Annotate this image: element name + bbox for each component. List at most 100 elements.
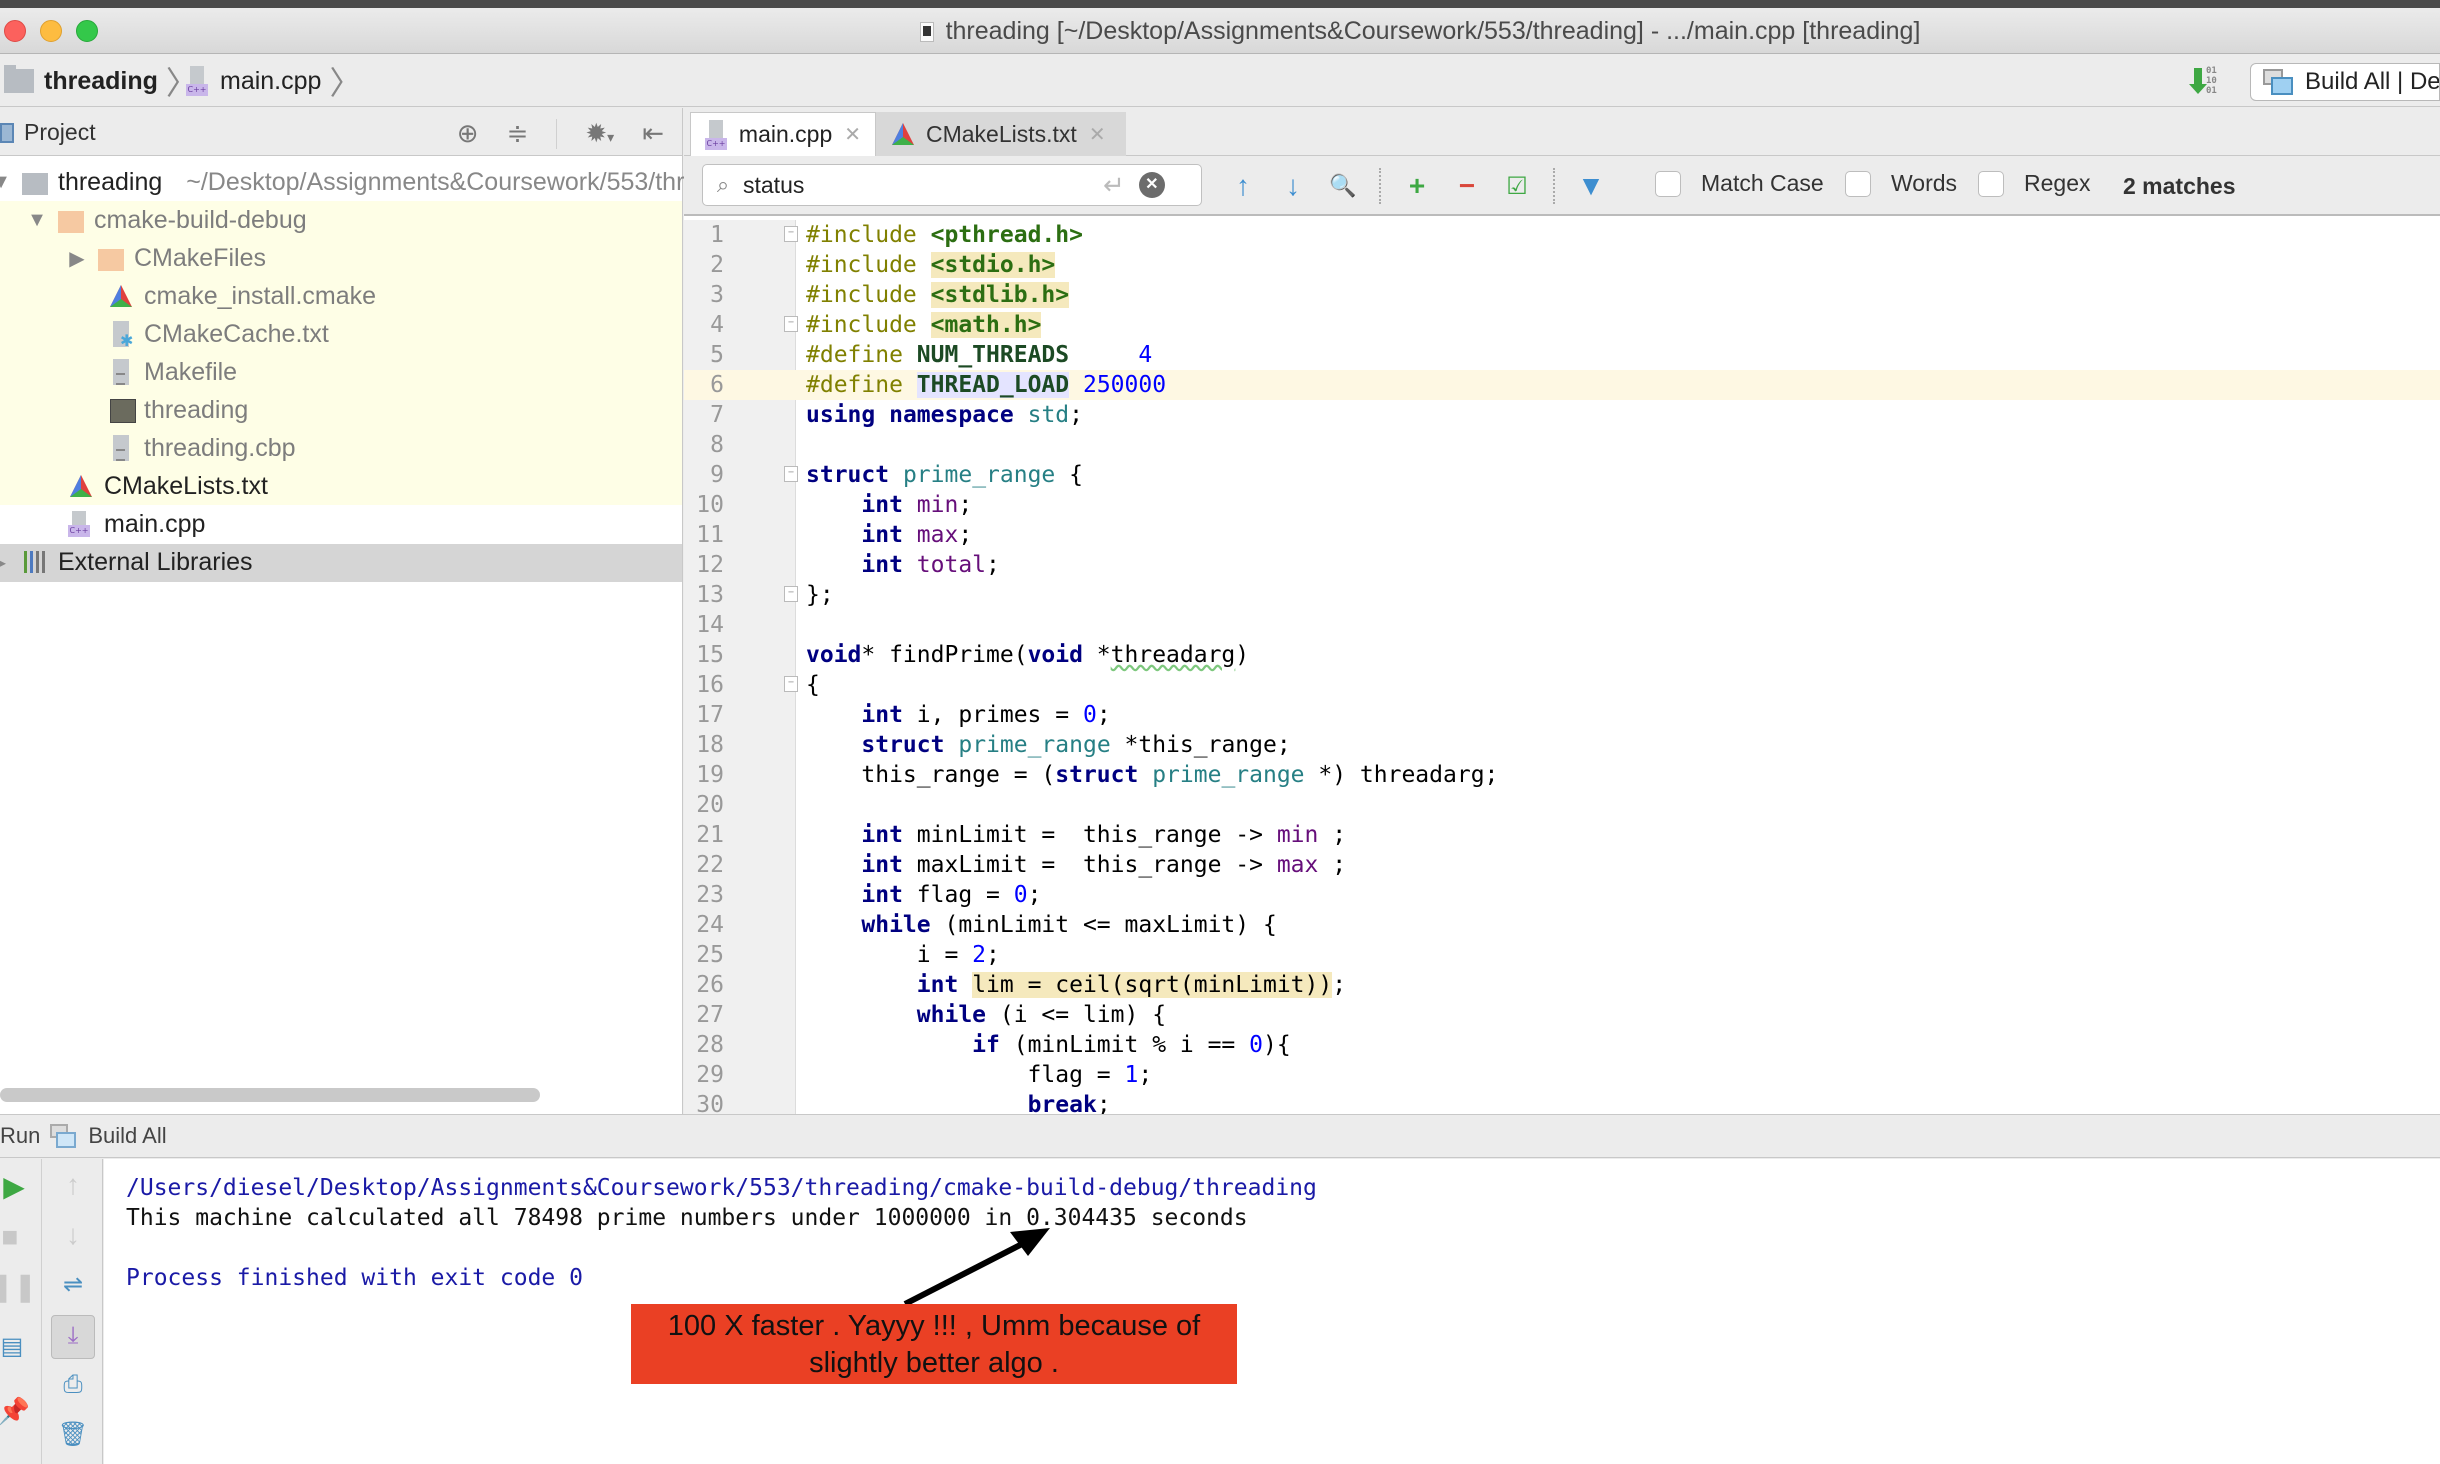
gear-icon[interactable]: ✹▾ xyxy=(585,118,614,149)
run-tab-label[interactable]: Run xyxy=(0,1123,40,1149)
fold-marker-icon[interactable]: − xyxy=(784,676,798,692)
run-configuration-selector[interactable]: Build All | Debug xyxy=(2250,63,2440,101)
tree-item-threading-exec[interactable]: threading xyxy=(108,391,248,429)
stop-icon[interactable]: ■ xyxy=(0,1217,30,1257)
fold-marker-icon[interactable]: − xyxy=(784,466,798,482)
code-editor[interactable]: 1− #include <pthread.h> 2 #include <stdio.h… xyxy=(684,220,2440,1114)
find-all-icon[interactable]: 🔍 xyxy=(1329,173,1357,199)
project-view-selector[interactable]: Project xyxy=(0,119,96,146)
code-line[interactable]: 29 flag = 1; xyxy=(684,1060,2440,1090)
words-option[interactable]: Words xyxy=(1845,170,1957,197)
code-line[interactable]: 7 using namespace std; xyxy=(684,400,2440,430)
clear-search-icon[interactable]: ✕ xyxy=(1138,172,1165,198)
expand-arrow-icon[interactable]: ▼ xyxy=(0,171,12,194)
layout-icon[interactable]: ▤ xyxy=(0,1327,32,1367)
tree-item-cmakelists[interactable]: CMakeLists.txt xyxy=(68,467,268,505)
tab-cmakelists[interactable]: CMakeLists.txt ✕ xyxy=(876,112,1126,156)
code-line[interactable]: 14 xyxy=(684,610,2440,640)
tree-item-external-libraries[interactable]: ▸ External Libraries xyxy=(0,543,253,581)
rerun-icon[interactable]: ▶ xyxy=(0,1167,34,1207)
fold-marker-icon[interactable]: − xyxy=(784,316,798,332)
libraries-icon xyxy=(22,549,48,575)
regex-checkbox[interactable] xyxy=(1978,170,2004,197)
breadcrumb-file[interactable]: C++ main.cpp 〉 xyxy=(186,63,361,101)
match-case-checkbox[interactable] xyxy=(1655,170,1681,197)
pin-icon[interactable]: 📌 xyxy=(0,1391,34,1431)
code-line[interactable]: 30 break; xyxy=(684,1090,2440,1114)
tree-item-cmakefiles[interactable]: ▶ CMakeFiles xyxy=(66,239,266,277)
tree-item-threading-root[interactable]: ▼ threading ~/Desktop/Assignments&Course… xyxy=(0,163,759,201)
project-horizontal-scrollbar[interactable] xyxy=(0,1088,540,1102)
code-line[interactable]: 20 xyxy=(684,790,2440,820)
breadcrumb-project[interactable]: threading 〉 xyxy=(4,63,198,101)
code-line[interactable]: 19 this_range = (struct prime_range *) t… xyxy=(684,760,2440,790)
regex-option[interactable]: Regex xyxy=(1978,170,2090,197)
tree-item-cmake-install[interactable]: cmake_install.cmake xyxy=(108,277,376,315)
select-all-occurrences-icon[interactable]: ☑ xyxy=(1503,172,1531,201)
code-line[interactable]: 27 while (i <= lim) { xyxy=(684,1000,2440,1030)
filter-icon[interactable]: ▼ xyxy=(1577,170,1605,202)
code-line[interactable]: 21 int minLimit = this_range -> min ; xyxy=(684,820,2440,850)
match-case-option[interactable]: Match Case xyxy=(1655,170,1824,197)
scroll-down-icon[interactable]: ↓ xyxy=(53,1215,93,1255)
code-line[interactable]: 3 #include <stdlib.h> xyxy=(684,280,2440,310)
code-line[interactable]: 17 int i, primes = 0; xyxy=(684,700,2440,730)
collapsed-arrow-icon[interactable]: ▸ xyxy=(0,550,12,575)
pause-icon[interactable]: ❚❚ xyxy=(0,1267,37,1307)
scroll-up-icon[interactable]: ↑ xyxy=(53,1165,93,1205)
code-line[interactable]: 13 −}; xyxy=(684,580,2440,610)
previous-occurrence-icon[interactable]: ↑ xyxy=(1229,170,1257,202)
code-line[interactable]: 6 #define THREAD_LOAD 250000 xyxy=(684,370,2440,400)
scroll-to-end-icon[interactable]: ⤓ xyxy=(51,1315,95,1359)
find-input[interactable] xyxy=(743,171,1103,199)
tree-item-cmake-build-debug[interactable]: ▼ cmake-build-debug xyxy=(26,201,307,239)
code-line[interactable]: 12 int total; xyxy=(684,550,2440,580)
code-line[interactable]: 22 int maxLimit = this_range -> max ; xyxy=(684,850,2440,880)
code-line[interactable]: 2 #include <stdio.h> xyxy=(684,250,2440,280)
code-line[interactable]: 26 int lim = ceil(sqrt(minLimit)); xyxy=(684,970,2440,1000)
code-line[interactable]: 24 while (minLimit <= maxLimit) { xyxy=(684,910,2440,940)
close-tab-icon[interactable]: ✕ xyxy=(844,122,861,147)
remove-selection-icon[interactable]: − xyxy=(1453,170,1481,202)
code-line[interactable]: 23 int flag = 0; xyxy=(684,880,2440,910)
hide-panel-icon[interactable]: ⇤ xyxy=(642,118,664,149)
code-line[interactable]: 1 − #include <pthread.h> xyxy=(684,220,2440,250)
fold-marker-icon[interactable]: − xyxy=(784,586,798,602)
binary-build-icon[interactable]: 01 10 01 xyxy=(2189,66,2226,98)
code-line[interactable]: 9 − struct prime_range { xyxy=(684,460,2440,490)
fold-marker-icon[interactable]: − xyxy=(784,226,798,242)
code-text: int flag = 0; xyxy=(861,882,1042,908)
code-line[interactable]: 25 i = 2; xyxy=(684,940,2440,970)
code-line[interactable]: 5 #define NUM_THREADS 4 xyxy=(684,340,2440,370)
code-line[interactable]: 16 −{ xyxy=(684,670,2440,700)
print-icon[interactable]: ⎙ xyxy=(53,1365,93,1405)
collapsed-arrow-icon[interactable]: ▶ xyxy=(66,246,88,271)
next-occurrence-icon[interactable]: ↓ xyxy=(1279,170,1307,202)
code-line[interactable]: 10 int min; xyxy=(684,490,2440,520)
trash-icon[interactable]: 🗑 xyxy=(53,1415,93,1455)
code-line[interactable]: 15 void* findPrime(void *threadarg) xyxy=(684,640,2440,670)
build-all-tab[interactable]: Build All xyxy=(88,1123,166,1149)
match-count: 2 matches xyxy=(2123,173,2236,199)
console-line-path[interactable]: /Users/diesel/Desktop/Assignments&Course… xyxy=(126,1173,1317,1203)
expand-arrow-icon[interactable]: ▼ xyxy=(26,209,48,232)
code-line[interactable]: 11 int max; xyxy=(684,520,2440,550)
run-console[interactable]: /Users/diesel/Desktop/Assignments&Course… xyxy=(104,1159,2440,1464)
words-checkbox[interactable] xyxy=(1845,170,1871,197)
search-icon[interactable]: ⌕ xyxy=(703,172,743,198)
tree-item-cmakecache[interactable]: CMakeCache.txt xyxy=(108,315,329,353)
code-line[interactable]: 8 xyxy=(684,430,2440,460)
close-tab-icon[interactable]: ✕ xyxy=(1089,122,1106,147)
locate-icon[interactable]: ⊕ xyxy=(457,118,479,149)
code-line[interactable]: 28 if (minLimit % i == 0){ xyxy=(684,1030,2440,1060)
code-line[interactable]: 18 struct prime_range *this_range; xyxy=(684,730,2440,760)
soft-wrap-icon[interactable]: ⇌ xyxy=(53,1265,93,1305)
tree-item-threading-cbp[interactable]: threading.cbp xyxy=(108,429,296,467)
add-selection-icon[interactable]: + xyxy=(1403,170,1431,202)
tree-item-main-cpp[interactable]: C++ main.cpp xyxy=(68,505,205,543)
code-line[interactable]: 4 − #include <math.h> xyxy=(684,310,2440,340)
collapse-all-icon[interactable]: ≑ xyxy=(507,118,529,149)
run-configuration-area: 011001 Build All | Debug xyxy=(2189,63,2440,101)
tree-item-makefile[interactable]: Makefile xyxy=(108,353,237,391)
tab-main-cpp[interactable]: C++ main.cpp ✕ xyxy=(690,112,876,156)
